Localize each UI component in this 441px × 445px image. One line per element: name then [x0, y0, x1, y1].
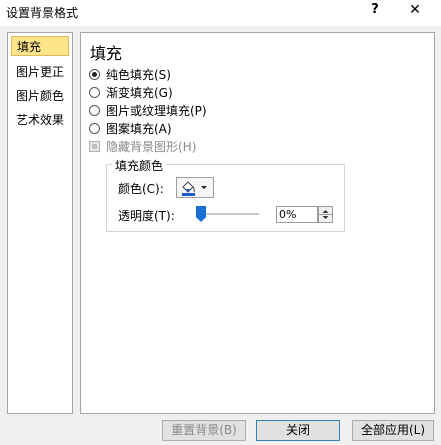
hide-background-checkbox[interactable]	[89, 141, 100, 152]
color-label: 颜色(C):	[118, 182, 164, 196]
transparency-label: 透明度(T):	[118, 209, 175, 223]
fill-color-group-title: 填充颜色	[112, 157, 167, 174]
sidebar-item-fill[interactable]: 填充	[11, 36, 69, 56]
color-picker-button[interactable]	[176, 177, 214, 198]
radio-gradient-fill[interactable]	[89, 87, 100, 98]
window-title: 设置背景格式	[6, 6, 79, 20]
radio-solid-fill[interactable]	[89, 69, 100, 80]
chevron-down-icon	[201, 186, 207, 189]
close-icon[interactable]: ✕	[406, 2, 424, 22]
transparency-input[interactable]: 0%	[276, 206, 318, 223]
spinner-arrows-icon	[319, 210, 332, 219]
radio-solid-fill-label[interactable]: 纯色填充(S)	[106, 66, 171, 83]
sidebar-item-picture-color[interactable]: 图片颜色	[11, 86, 69, 106]
sidebar: 填充 图片更正 图片颜色 艺术效果	[7, 32, 73, 414]
reset-background-button[interactable]: 重置背景(B)	[162, 420, 246, 441]
radio-pattern-fill-label[interactable]: 图案填充(A)	[106, 120, 172, 137]
hide-background-label: 隐藏背景图形(H)	[106, 140, 197, 154]
close-button[interactable]: 关闭	[256, 420, 340, 441]
transparency-spinner[interactable]	[318, 206, 333, 223]
radio-pattern-fill[interactable]	[89, 123, 100, 134]
transparency-slider-track[interactable]	[197, 213, 259, 215]
sidebar-item-artistic-effects[interactable]: 艺术效果	[11, 110, 69, 130]
sidebar-item-picture-corrections[interactable]: 图片更正	[11, 62, 69, 82]
apply-to-all-button[interactable]: 全部应用(L)	[352, 420, 434, 441]
section-title: 填充	[90, 44, 123, 63]
help-button[interactable]: ?	[366, 2, 384, 22]
radio-picture-fill[interactable]	[89, 105, 100, 116]
paint-bucket-icon	[182, 181, 207, 196]
radio-picture-fill-label[interactable]: 图片或纹理填充(P)	[106, 102, 207, 119]
radio-gradient-fill-label[interactable]: 渐变填充(G)	[106, 84, 173, 101]
